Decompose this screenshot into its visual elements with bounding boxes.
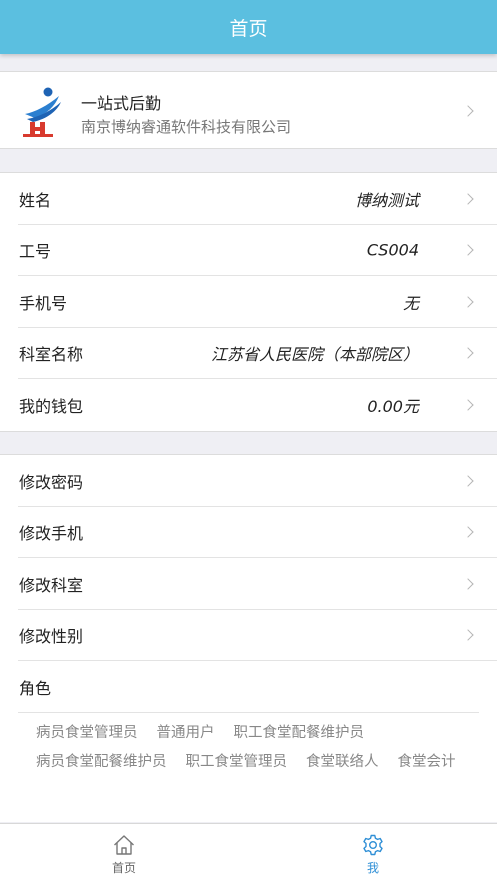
app-header: 首页 [0, 0, 497, 54]
org-name: 一站式后勤 [81, 94, 162, 113]
chevron-right-icon [462, 578, 474, 590]
tab-home[interactable]: 首页 [0, 824, 248, 883]
chevron-right-icon [462, 475, 474, 487]
org-company: 南京博纳睿通软件科技有限公司 [81, 118, 292, 136]
chevron-right-icon [462, 347, 474, 359]
divider [18, 711, 479, 713]
chevron-right-icon [462, 629, 474, 641]
chevron-right-icon [462, 399, 474, 411]
chevron-right-icon [462, 105, 474, 117]
role-tag: 职工食堂配餐维护员 [233, 724, 365, 741]
page-title: 首页 [229, 17, 268, 40]
row-label: 修改科室 [19, 575, 84, 595]
row-name[interactable]: 姓名 博纳测试 [0, 173, 497, 225]
settings-group: 修改密码 修改手机 修改科室 修改性别 角色 病员食堂管理员 普通用户 职工食堂… [0, 454, 497, 822]
role-tag: 食堂会计 [397, 753, 456, 770]
row-phone[interactable]: 手机号 无 [0, 276, 497, 328]
row-change-gender[interactable]: 修改性别 [0, 610, 497, 661]
row-value: 博纳测试 [354, 190, 419, 210]
row-label: 我的钱包 [19, 396, 84, 416]
row-label: 修改密码 [19, 472, 84, 492]
home-icon [114, 835, 134, 855]
role-tag: 食堂联络人 [306, 753, 379, 770]
row-label: 科室名称 [19, 345, 84, 365]
row-value: 无 [402, 293, 419, 313]
row-wallet[interactable]: 我的钱包 0.00元 [0, 379, 497, 431]
role-tag: 职工食堂管理员 [185, 753, 288, 770]
row-value: CS004 [366, 240, 419, 260]
row-change-department[interactable]: 修改科室 [0, 558, 497, 610]
tab-bar: 首页 我 [0, 823, 497, 883]
chevron-right-icon [462, 296, 474, 308]
row-label: 修改手机 [19, 524, 84, 544]
role-tag: 普通用户 [156, 724, 215, 741]
row-label: 工号 [19, 242, 52, 262]
row-change-password[interactable]: 修改密码 [0, 455, 497, 507]
profile-group: 姓名 博纳测试 工号 CS004 手机号 无 科室名称 江苏省人民医院（本部院区… [0, 172, 497, 432]
row-label: 修改性别 [19, 627, 84, 647]
chevron-right-icon [462, 193, 474, 205]
gear-icon [363, 834, 383, 856]
tab-me[interactable]: 我 [249, 824, 497, 883]
row-department[interactable]: 科室名称 江苏省人民医院（本部院区） [0, 328, 497, 379]
role-tag: 病员食堂配餐维护员 [36, 753, 167, 770]
row-employee-id[interactable]: 工号 CS004 [0, 225, 497, 276]
roles-label: 角色 [19, 678, 52, 698]
chevron-right-icon [462, 526, 474, 538]
role-tag: 病员食堂管理员 [36, 724, 138, 741]
tab-me-label: 我 [366, 861, 379, 875]
org-card[interactable]: 一站式后勤 南京博纳睿通软件科技有限公司 [0, 71, 497, 149]
roles-list: 病员食堂管理员 普通用户 职工食堂配餐维护员 病员食堂配餐维护员 职工食堂管理员… [0, 713, 497, 777]
org-logo [23, 87, 61, 137]
row-roles: 角色 [0, 661, 497, 713]
row-change-phone[interactable]: 修改手机 [0, 507, 497, 558]
row-label: 姓名 [19, 190, 52, 210]
tab-home-label: 首页 [111, 861, 136, 875]
row-value: 江苏省人民医院（本部院区） [210, 345, 419, 365]
row-label: 手机号 [19, 293, 68, 313]
row-value: 0.00元 [367, 396, 419, 416]
chevron-right-icon [462, 244, 474, 256]
